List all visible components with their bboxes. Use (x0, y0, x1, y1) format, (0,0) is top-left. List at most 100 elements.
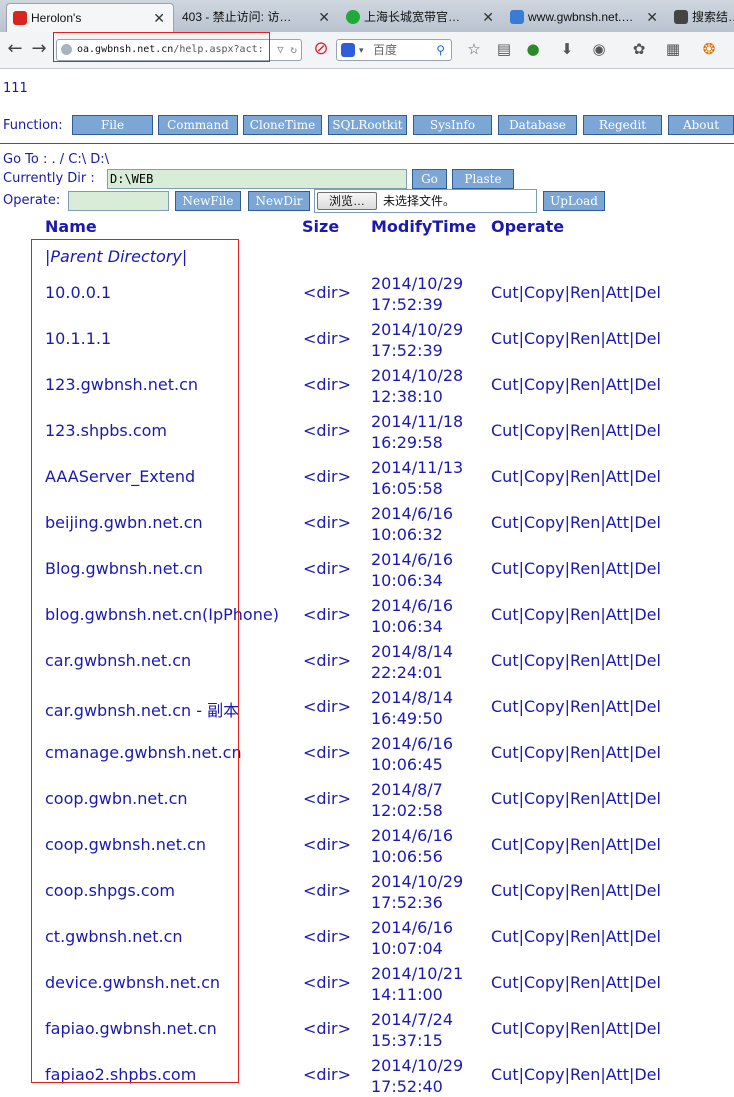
sysinfo-button[interactable]: SysInfo (413, 115, 492, 135)
extension-icon[interactable]: ❂ (700, 40, 718, 58)
ren-link[interactable]: Ren (570, 605, 600, 624)
copy-link[interactable]: Copy (524, 651, 565, 670)
tab-gwbnsh[interactable]: www.gwbnsh.net.… ✕ (504, 3, 666, 32)
att-link[interactable]: Att (606, 1019, 629, 1038)
copy-link[interactable]: Copy (524, 329, 565, 348)
att-link[interactable]: Att (606, 283, 629, 302)
del-link[interactable]: Del (634, 973, 661, 992)
del-link[interactable]: Del (634, 1019, 661, 1038)
chevron-down-icon[interactable]: ▾ (359, 40, 364, 60)
copy-link[interactable]: Copy (524, 375, 565, 394)
del-link[interactable]: Del (634, 927, 661, 946)
forward-arrow-icon[interactable]: → (28, 38, 50, 60)
search-icon[interactable]: ⚲ (436, 40, 445, 60)
del-link[interactable]: Del (634, 881, 661, 900)
cut-link[interactable]: Cut (491, 835, 519, 854)
copy-link[interactable]: Copy (524, 789, 565, 808)
close-tab-icon[interactable]: ✕ (646, 3, 658, 31)
copy-link[interactable]: Copy (524, 835, 565, 854)
cut-link[interactable]: Cut (491, 329, 519, 348)
del-link[interactable]: Del (634, 329, 661, 348)
newdir-button[interactable]: NewDir (248, 191, 310, 211)
del-link[interactable]: Del (634, 1065, 661, 1084)
del-link[interactable]: Del (634, 375, 661, 394)
cut-link[interactable]: Cut (491, 559, 519, 578)
upload-button[interactable]: UpLoad (543, 191, 605, 211)
ren-link[interactable]: Ren (570, 329, 600, 348)
ren-link[interactable]: Ren (570, 559, 600, 578)
database-button[interactable]: Database (498, 115, 577, 135)
del-link[interactable]: Del (634, 283, 661, 302)
ren-link[interactable]: Ren (570, 789, 600, 808)
cut-link[interactable]: Cut (491, 697, 519, 716)
ren-link[interactable]: Ren (570, 881, 600, 900)
qr-code-icon[interactable]: ▦ (664, 40, 682, 58)
del-link[interactable]: Del (634, 743, 661, 762)
del-link[interactable]: Del (634, 559, 661, 578)
att-link[interactable]: Att (606, 835, 629, 854)
ren-link[interactable]: Ren (570, 467, 600, 486)
ren-link[interactable]: Ren (570, 1019, 600, 1038)
cut-link[interactable]: Cut (491, 467, 519, 486)
copy-link[interactable]: Copy (524, 513, 565, 532)
copy-link[interactable]: Copy (524, 697, 565, 716)
ren-link[interactable]: Ren (570, 421, 600, 440)
cut-link[interactable]: Cut (491, 1065, 519, 1084)
att-link[interactable]: Att (606, 697, 629, 716)
cut-link[interactable]: Cut (491, 743, 519, 762)
copy-link[interactable]: Copy (524, 1019, 565, 1038)
cut-link[interactable]: Cut (491, 927, 519, 946)
palette-icon[interactable]: ✿ (630, 40, 648, 58)
ren-link[interactable]: Ren (570, 973, 600, 992)
tab-403[interactable]: 403 - 禁止访问: 访… ✕ (176, 3, 338, 32)
cut-link[interactable]: Cut (491, 513, 519, 532)
search-input[interactable]: ▾ 百度 ⚲ (336, 39, 452, 61)
file-upload-input[interactable]: 浏览… 未选择文件。 (314, 189, 537, 213)
att-link[interactable]: Att (606, 513, 629, 532)
copy-link[interactable]: Copy (524, 605, 565, 624)
att-link[interactable]: Att (606, 789, 629, 808)
browse-button[interactable]: 浏览… (317, 192, 377, 210)
ren-link[interactable]: Ren (570, 513, 600, 532)
del-link[interactable]: Del (634, 467, 661, 486)
cut-link[interactable]: Cut (491, 973, 519, 992)
del-link[interactable]: Del (634, 651, 661, 670)
att-link[interactable]: Att (606, 329, 629, 348)
cut-link[interactable]: Cut (491, 605, 519, 624)
del-link[interactable]: Del (634, 421, 661, 440)
clonetime-button[interactable]: CloneTime (243, 115, 322, 135)
att-link[interactable]: Att (606, 651, 629, 670)
sqlrootkit-button[interactable]: SQLRootkit (328, 115, 407, 135)
close-tab-icon[interactable]: ✕ (482, 3, 494, 31)
ren-link[interactable]: Ren (570, 743, 600, 762)
cut-link[interactable]: Cut (491, 375, 519, 394)
att-link[interactable]: Att (606, 559, 629, 578)
download-icon[interactable]: ⬇ (558, 40, 576, 58)
cut-link[interactable]: Cut (491, 283, 519, 302)
paste-button[interactable]: Plaste (452, 169, 514, 189)
ren-link[interactable]: Ren (570, 375, 600, 394)
att-link[interactable]: Att (606, 467, 629, 486)
go-button[interactable]: Go (412, 169, 447, 189)
about-button[interactable]: About (668, 115, 734, 135)
ren-link[interactable]: Ren (570, 835, 600, 854)
cut-link[interactable]: Cut (491, 421, 519, 440)
att-link[interactable]: Att (606, 743, 629, 762)
command-button[interactable]: Command (158, 115, 238, 135)
copy-link[interactable]: Copy (524, 1065, 565, 1084)
cut-link[interactable]: Cut (491, 1019, 519, 1038)
cut-link[interactable]: Cut (491, 881, 519, 900)
adblock-icon[interactable]: ⊘ (310, 38, 332, 60)
att-link[interactable]: Att (606, 605, 629, 624)
att-link[interactable]: Att (606, 375, 629, 394)
close-tab-icon[interactable]: ✕ (153, 4, 165, 32)
goto-drives[interactable]: Go To : . / C:\ D:\ (3, 152, 109, 167)
ren-link[interactable]: Ren (570, 927, 600, 946)
back-arrow-icon[interactable]: ← (4, 38, 26, 60)
att-link[interactable]: Att (606, 421, 629, 440)
tab-herolons[interactable]: Herolon's ✕ (6, 3, 174, 32)
del-link[interactable]: Del (634, 697, 661, 716)
addon-icon[interactable]: ◉ (590, 40, 608, 58)
del-link[interactable]: Del (634, 605, 661, 624)
copy-link[interactable]: Copy (524, 743, 565, 762)
